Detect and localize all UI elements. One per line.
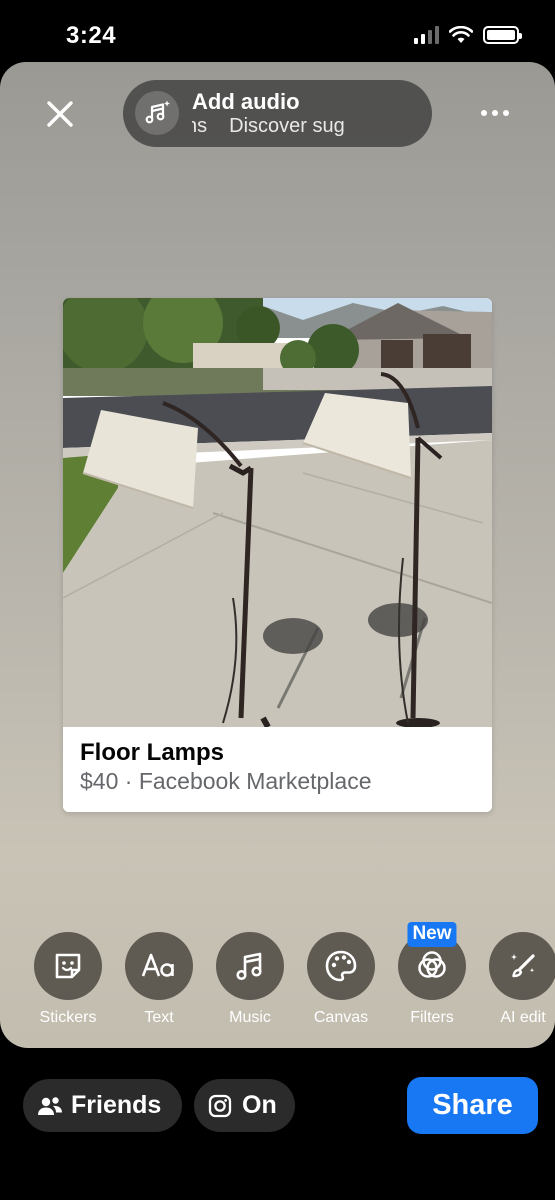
add-audio-title: Add audio [192, 89, 300, 114]
listing-price-source: $40 · Facebook Marketplace [80, 768, 372, 794]
audio-subtitle-prev: ns [192, 115, 208, 137]
tool-label-ai-edit: AI edit [500, 1009, 546, 1026]
cellular-signal-icon [414, 26, 439, 44]
tool-label-stickers: Stickers [39, 1009, 97, 1026]
status-icons [414, 26, 522, 44]
instagram-icon [208, 1094, 232, 1117]
sticker-icon [34, 932, 102, 1000]
tool-label-music: Music [229, 1009, 271, 1026]
status-time: 3:24 [66, 22, 117, 49]
tool-text[interactable]: Text [114, 932, 204, 1027]
instagram-on-label: On [242, 1091, 277, 1119]
more-options-button[interactable] [475, 98, 515, 128]
tool-label-canvas: Canvas [313, 1009, 369, 1026]
palette-icon [307, 932, 375, 1000]
music-note-icon [216, 932, 284, 1000]
tool-canvas[interactable]: Canvas [296, 932, 386, 1027]
share-button[interactable]: Share [407, 1077, 538, 1134]
more-options-icon [481, 110, 487, 116]
marketplace-post-card[interactable]: Floor Lamps $40 · Facebook Marketplace [63, 298, 492, 812]
add-audio-button[interactable]: Add audio ns Discover sug [123, 80, 432, 147]
new-badge: New [407, 922, 457, 947]
battery-icon [483, 26, 522, 44]
share-label: Share [432, 1089, 513, 1121]
tool-ai-edit[interactable]: AI edit [478, 932, 555, 1027]
story-editor: Add audio ns Discover sug [0, 62, 555, 1048]
listing-title: Floor Lamps [80, 739, 225, 766]
friends-icon [38, 1096, 62, 1115]
music-note-sparkle-icon [135, 91, 179, 135]
instagram-share-toggle[interactable]: On [194, 1079, 295, 1132]
editor-tools: Stickers Text Music Canvas New Filters A… [0, 922, 555, 1032]
close-icon [47, 101, 73, 127]
filters-icon: New [398, 922, 466, 1000]
listing-photo [63, 298, 492, 727]
status-bar: 3:24 [0, 0, 555, 62]
tool-stickers[interactable]: Stickers [23, 932, 113, 1027]
audience-friends-button[interactable]: Friends [23, 1079, 182, 1132]
text-aa-icon [125, 932, 193, 1000]
tool-music[interactable]: Music [205, 932, 295, 1027]
close-button[interactable] [40, 94, 80, 134]
friends-label: Friends [71, 1091, 162, 1119]
ai-edit-brush-icon [489, 932, 555, 1000]
tool-filters[interactable]: New Filters [387, 922, 477, 1027]
audio-suggestion-marquee: ns Discover sug [192, 115, 368, 141]
tool-label-filters: Filters [410, 1009, 454, 1026]
audio-subtitle: Discover sug [229, 115, 345, 137]
tool-label-text: Text [144, 1009, 174, 1026]
wifi-icon [449, 26, 473, 43]
listing-info: Floor Lamps $40 · Facebook Marketplace [63, 727, 492, 812]
